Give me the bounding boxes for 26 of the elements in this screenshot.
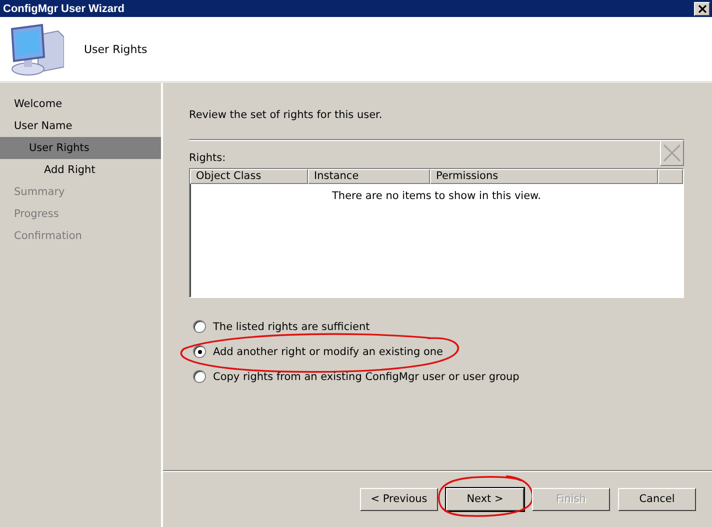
instruction-text: Review the set of rights for this user. bbox=[189, 109, 384, 121]
column-header[interactable]: Permissions bbox=[430, 169, 658, 184]
computer-icon bbox=[8, 21, 64, 77]
option-label[interactable]: Copy rights from an existing ConfigMgr user or user group bbox=[213, 370, 520, 382]
rights-label: Rights: bbox=[189, 152, 226, 166]
wizard-button[interactable]: Next > bbox=[446, 488, 524, 510]
sidebar-item[interactable]: User Name bbox=[0, 115, 161, 137]
wizard-button[interactable]: Cancel bbox=[618, 488, 696, 510]
close-icon bbox=[663, 144, 681, 162]
window-title: ConfigMgr User Wizard bbox=[3, 2, 125, 14]
sidebar-item[interactable]: Add Right bbox=[0, 159, 161, 181]
radio-button[interactable] bbox=[193, 320, 206, 333]
column-header[interactable]: Object Class bbox=[190, 169, 308, 184]
radio-button[interactable] bbox=[193, 370, 206, 383]
close-icon bbox=[698, 4, 706, 12]
radio-button[interactable] bbox=[193, 345, 206, 358]
page-title: User Rights bbox=[84, 42, 148, 56]
option-label[interactable]: The listed rights are sufficient bbox=[213, 320, 370, 332]
column-header[interactable] bbox=[658, 169, 683, 184]
sidebar-item[interactable]: User Rights bbox=[0, 137, 161, 159]
option-label[interactable]: Add another right or modify an existing one bbox=[213, 346, 443, 358]
column-header[interactable]: Instance bbox=[308, 169, 430, 184]
empty-message: There are no items to show in this view. bbox=[331, 190, 542, 202]
wizard-button[interactable]: < Previous bbox=[360, 488, 438, 510]
sidebar-item[interactable]: Welcome bbox=[0, 93, 161, 115]
close-button[interactable] bbox=[694, 2, 710, 16]
